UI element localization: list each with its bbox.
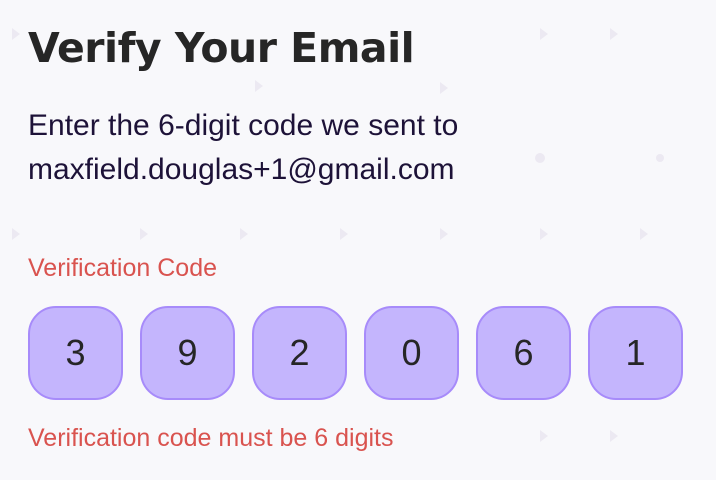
code-digit-input-2[interactable]: 9	[140, 306, 235, 400]
error-message: Verification code must be 6 digits	[28, 424, 394, 452]
verification-code-label: Verification Code	[28, 254, 218, 282]
code-digit-input-4[interactable]: 0	[364, 306, 459, 400]
code-digit-input-6[interactable]: 1	[588, 306, 683, 400]
code-digit-input-3[interactable]: 2	[252, 306, 347, 400]
verify-email-screen: Verify Your Email Enter the 6-digit code…	[0, 0, 716, 480]
email-address: maxfield.douglas+1@gmail.com	[28, 153, 455, 186]
page-title: Verify Your Email	[28, 24, 415, 72]
code-digit-input-1[interactable]: 3	[28, 306, 123, 400]
instructions-line: Enter the 6-digit code we sent to	[28, 109, 459, 142]
code-digit-input-5[interactable]: 6	[476, 306, 571, 400]
instructions-text: Enter the 6-digit code we sent to maxfie…	[28, 104, 458, 192]
verification-code-input: 3 9 2 0 6 1	[28, 306, 683, 402]
